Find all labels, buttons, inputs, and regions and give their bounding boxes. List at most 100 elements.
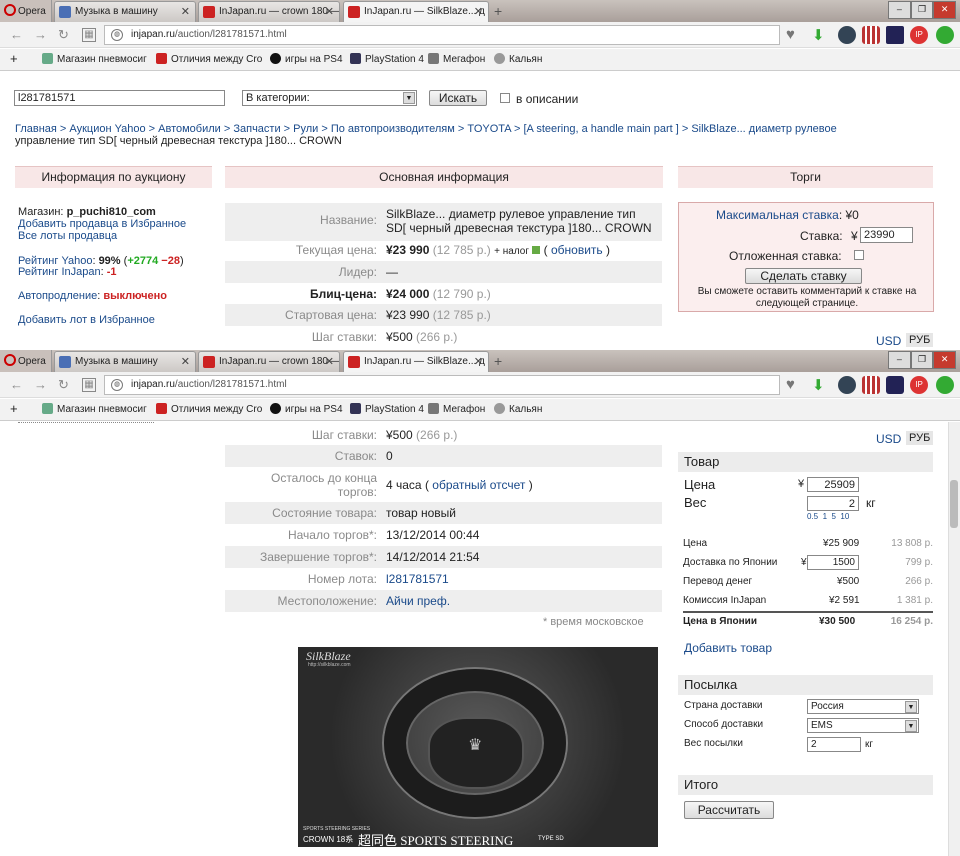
help-icon[interactable] bbox=[532, 246, 541, 254]
download-icon[interactable]: ⬇ bbox=[812, 376, 830, 394]
rating-positive: +2774 bbox=[127, 255, 159, 267]
countdown-link[interactable]: обратный отсчет bbox=[432, 478, 525, 492]
tab-injapan-crown[interactable]: InJapan.ru — crown 180 — ✕ bbox=[198, 1, 340, 22]
extension-icon[interactable] bbox=[838, 26, 856, 44]
maximize-icon[interactable]: ❐ bbox=[910, 1, 934, 19]
close-tab-icon[interactable]: ✕ bbox=[181, 5, 190, 18]
bookmark-item[interactable]: игры на PS4 bbox=[270, 53, 343, 65]
add-seller-link[interactable]: Добавить продавца в Избранное bbox=[18, 218, 186, 230]
close-tab-icon[interactable]: ✕ bbox=[325, 355, 334, 368]
add-lot-link[interactable]: Добавить лот в Избранное bbox=[18, 314, 155, 326]
calculate-button[interactable]: Рассчитать bbox=[684, 801, 774, 819]
country-select[interactable]: Россия ▼ bbox=[807, 699, 919, 714]
bookmark-item[interactable]: игры на PS4 bbox=[270, 403, 343, 415]
bookmark-item[interactable]: Кальян bbox=[494, 53, 542, 65]
usd-link[interactable]: USD bbox=[876, 432, 901, 446]
speed-dial-icon[interactable]: ▦ bbox=[82, 28, 96, 42]
ip-icon[interactable]: IP bbox=[910, 376, 928, 394]
weight-preset-link[interactable]: 0.5 bbox=[807, 512, 818, 521]
in-description-checkbox[interactable] bbox=[500, 93, 510, 103]
reload-icon[interactable]: ↻ bbox=[58, 27, 69, 43]
autoextend-link[interactable]: Автопродление bbox=[18, 290, 97, 302]
tab-music[interactable]: Музыка в машину ✕ bbox=[54, 351, 196, 372]
extension-icon[interactable] bbox=[838, 376, 856, 394]
all-lots-link[interactable]: Все лоты продавца bbox=[18, 230, 117, 242]
tab-injapan-crown[interactable]: InJapan.ru — crown 180 — ✕ bbox=[198, 351, 340, 372]
close-tab-icon[interactable]: ✕ bbox=[325, 5, 334, 18]
product-image[interactable]: SilkBlaze http://silkblaze.com ♛ SPORTS … bbox=[298, 647, 658, 847]
method-label: Способ доставки bbox=[684, 719, 764, 730]
bookmark-item[interactable]: Магазин пневмосиг bbox=[42, 403, 147, 415]
close-tab-icon[interactable]: ✕ bbox=[474, 355, 483, 368]
close-window-icon[interactable]: ✕ bbox=[933, 1, 957, 19]
max-bid-link[interactable]: Максимальная ставка bbox=[716, 208, 839, 222]
close-tab-icon[interactable]: ✕ bbox=[474, 5, 483, 18]
scrollbar-thumb[interactable] bbox=[950, 480, 958, 528]
deferred-checkbox[interactable] bbox=[854, 250, 864, 260]
weight-preset-link[interactable]: 10 bbox=[840, 512, 849, 521]
minimize-icon[interactable]: ‒ bbox=[888, 1, 911, 19]
tab-music[interactable]: Музыка в машину ✕ bbox=[54, 1, 196, 22]
forward-icon[interactable]: → bbox=[34, 377, 47, 392]
weight-preset-link[interactable]: 5 bbox=[831, 512, 835, 521]
rub-toggle[interactable]: РУБ bbox=[906, 431, 934, 445]
bookmark-item[interactable]: Отличия между Cro bbox=[156, 53, 262, 65]
maximize-icon[interactable]: ❐ bbox=[910, 351, 934, 369]
search-input[interactable]: l281781571 bbox=[14, 90, 225, 106]
close-window-icon[interactable]: ✕ bbox=[933, 351, 957, 369]
breadcrumb[interactable]: Главная > Аукцион Yahoo > Автомобили > З… bbox=[15, 123, 837, 135]
domestic-shipping-input[interactable]: 1500 bbox=[807, 555, 859, 570]
bookmark-item[interactable]: Магазин пневмосиг bbox=[42, 53, 147, 65]
lot-link[interactable]: l281781571 bbox=[386, 572, 449, 586]
make-bid-button[interactable]: Сделать ставку bbox=[745, 268, 862, 284]
extension-icon[interactable] bbox=[886, 26, 904, 44]
opera-menu-button[interactable]: Opera bbox=[0, 350, 52, 372]
tab-injapan-silkblaze[interactable]: InJapan.ru — SilkBlaze... д ✕ bbox=[343, 1, 489, 22]
close-tab-icon[interactable]: ✕ bbox=[181, 355, 190, 368]
bid-input[interactable]: 23990 bbox=[860, 227, 913, 243]
forward-icon[interactable]: → bbox=[34, 27, 47, 42]
url-field[interactable]: ◍ injapan.ru/auction/l281781571.html bbox=[104, 375, 780, 395]
extension-icon[interactable] bbox=[886, 376, 904, 394]
location-link[interactable]: Айчи преф. bbox=[386, 594, 450, 608]
ip-icon[interactable]: IP bbox=[910, 26, 928, 44]
bookmark-item[interactable]: Мегафон bbox=[428, 403, 485, 415]
url-field[interactable]: ◍ injapan.ru/auction/l281781571.html bbox=[104, 25, 780, 45]
back-icon[interactable]: ← bbox=[10, 377, 23, 392]
usd-link[interactable]: USD bbox=[876, 334, 901, 348]
music-favicon-icon bbox=[59, 356, 71, 368]
injapan-rating-link[interactable]: Рейтинг InJapan bbox=[18, 266, 101, 278]
reload-icon[interactable]: ↻ bbox=[58, 377, 69, 393]
price-input[interactable]: 25909 bbox=[807, 477, 859, 492]
bookmark-item[interactable]: PlayStation 4 bbox=[350, 403, 424, 415]
back-icon[interactable]: ← bbox=[10, 27, 23, 42]
minimize-icon[interactable]: ‒ bbox=[888, 351, 911, 369]
extension-icon[interactable] bbox=[862, 26, 880, 44]
bookmark-item[interactable]: Кальян bbox=[494, 403, 542, 415]
add-bookmark-icon[interactable]: + bbox=[10, 51, 18, 66]
extension-icon[interactable] bbox=[936, 376, 954, 394]
opera-menu-button[interactable]: Opera bbox=[0, 0, 52, 22]
rub-toggle[interactable]: РУБ bbox=[906, 333, 934, 347]
method-select[interactable]: EMS ▼ bbox=[807, 718, 919, 733]
extension-icon[interactable] bbox=[936, 26, 954, 44]
heart-icon[interactable]: ♥ bbox=[786, 376, 804, 394]
category-select[interactable]: В категории: ▼ bbox=[242, 90, 417, 106]
download-icon[interactable]: ⬇ bbox=[812, 26, 830, 44]
add-product-link[interactable]: Добавить товар bbox=[684, 641, 772, 655]
extension-icon[interactable] bbox=[862, 376, 880, 394]
bookmark-item[interactable]: Отличия между Cro bbox=[156, 403, 262, 415]
tab-injapan-silkblaze[interactable]: InJapan.ru — SilkBlaze... д ✕ bbox=[343, 351, 489, 372]
search-button[interactable]: Искать bbox=[429, 90, 487, 106]
speed-dial-icon[interactable]: ▦ bbox=[82, 378, 96, 392]
new-tab-icon[interactable]: + bbox=[494, 3, 502, 19]
bookmark-item[interactable]: Мегафон bbox=[428, 53, 485, 65]
new-tab-icon[interactable]: + bbox=[494, 353, 502, 369]
heart-icon[interactable]: ♥ bbox=[786, 26, 804, 44]
bookmark-item[interactable]: PlayStation 4 bbox=[350, 53, 424, 65]
weight-input[interactable]: 2 bbox=[807, 496, 859, 511]
refresh-link[interactable]: обновить bbox=[551, 243, 603, 257]
add-bookmark-icon[interactable]: + bbox=[10, 401, 18, 416]
parcel-weight-input[interactable]: 2 bbox=[807, 737, 861, 752]
weight-preset-link[interactable]: 1 bbox=[823, 512, 827, 521]
